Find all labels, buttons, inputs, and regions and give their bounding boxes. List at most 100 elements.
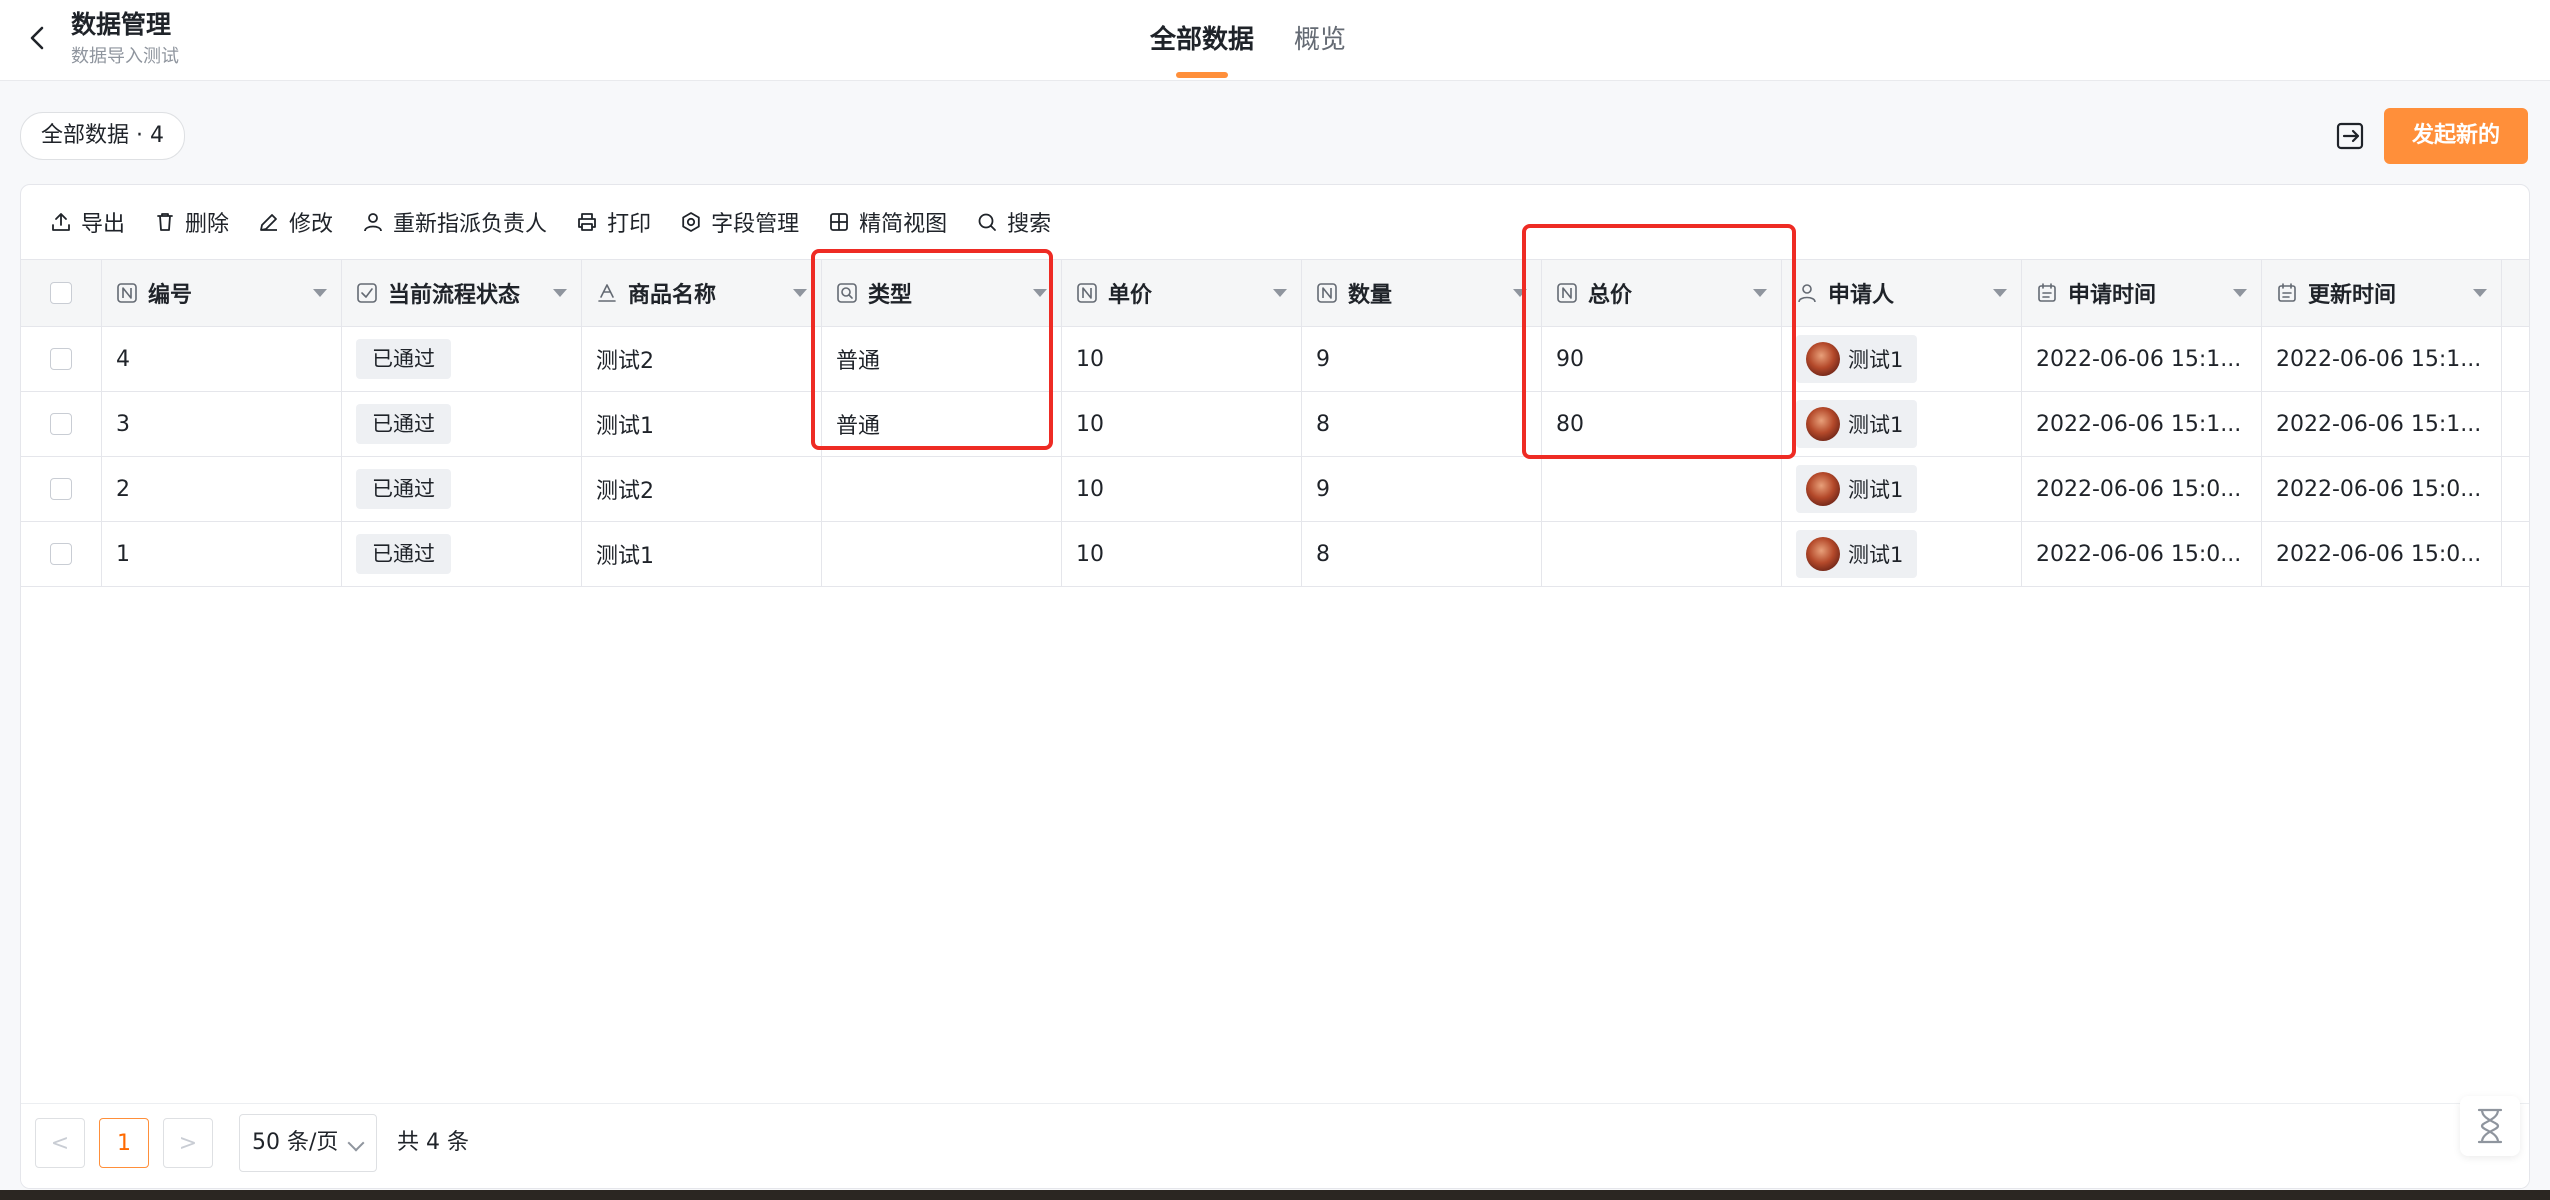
sort-caret-icon[interactable] xyxy=(1033,289,1047,297)
applicant-tag[interactable]: 测试1 xyxy=(1796,465,1918,513)
delete-button[interactable]: 删除 xyxy=(153,206,229,238)
column-header-status[interactable]: 当前流程状态 xyxy=(342,260,582,326)
data-card: 导出 删除 修改 重新指派负责人 打印 字段管理 精简视图 搜索 编号 当前流程… xyxy=(20,184,2530,1189)
cell-updated-time: 2022-06-06 15:0... xyxy=(2262,457,2502,521)
column-header-unit-price[interactable]: 单价 xyxy=(1062,260,1302,326)
exit-icon[interactable] xyxy=(2330,116,2370,156)
cell-updated-time: 2022-06-06 15:0... xyxy=(2262,522,2502,586)
search-button[interactable]: 搜索 xyxy=(975,206,1051,238)
cell-total xyxy=(1542,457,1782,521)
select-all-checkbox[interactable] xyxy=(50,282,72,304)
row-checkbox[interactable] xyxy=(50,543,72,565)
column-header-total[interactable]: 总价 xyxy=(1542,260,1782,326)
cell-type xyxy=(822,522,1062,586)
cell-unit-price: 10 xyxy=(1062,522,1302,586)
row-select-cell xyxy=(21,327,102,391)
applicant-name: 测试1 xyxy=(1848,348,1904,372)
edit-button[interactable]: 修改 xyxy=(257,206,333,238)
page-size-select[interactable]: 50 条/页 xyxy=(239,1114,377,1172)
cell-product-name: 测试1 xyxy=(582,392,822,456)
column-header-label: 商品名称 xyxy=(628,283,717,308)
sort-caret-icon[interactable] xyxy=(553,289,567,297)
cell-status: 已通过 xyxy=(342,327,582,391)
column-header-label: 申请人 xyxy=(1828,283,1895,308)
row-checkbox[interactable] xyxy=(50,348,72,370)
cell-product-name: 测试2 xyxy=(582,457,822,521)
status-badge: 已通过 xyxy=(356,339,451,379)
column-header-product-name[interactable]: 商品名称 xyxy=(582,260,822,326)
row-select-cell xyxy=(21,392,102,456)
column-header-label: 总价 xyxy=(1588,283,1633,308)
print-label: 打印 xyxy=(607,212,652,237)
data-table: 编号 当前流程状态 商品名称 类型 单价 数量 总价 申请人 申请时间 更新时间… xyxy=(21,259,2529,587)
sort-caret-icon[interactable] xyxy=(2473,289,2487,297)
applicant-tag[interactable]: 测试1 xyxy=(1796,335,1918,383)
compact-view-button[interactable]: 精简视图 xyxy=(827,206,947,238)
delete-label: 删除 xyxy=(185,212,230,237)
status-badge: 已通过 xyxy=(356,534,451,574)
column-header-applied-time[interactable]: 申请时间 xyxy=(2022,260,2262,326)
window-bottom-edge xyxy=(0,1190,2550,1200)
sort-caret-icon[interactable] xyxy=(2233,289,2247,297)
applicant-tag[interactable]: 测试1 xyxy=(1796,530,1918,578)
text-field-icon xyxy=(598,284,616,302)
export-button[interactable]: 导出 xyxy=(49,206,125,238)
print-button[interactable]: 打印 xyxy=(575,206,651,238)
row-checkbox[interactable] xyxy=(50,478,72,500)
tab-all-data[interactable]: 全部数据 xyxy=(1150,0,1254,80)
sort-caret-icon[interactable] xyxy=(793,289,807,297)
checkbox-field-icon xyxy=(357,283,377,303)
back-button[interactable] xyxy=(20,18,56,58)
applicant-tag[interactable]: 测试1 xyxy=(1796,400,1918,448)
row-checkbox[interactable] xyxy=(50,413,72,435)
column-header-applicant[interactable]: 申请人 xyxy=(1782,260,2022,326)
table-row[interactable]: 4 已通过 测试2 普通 10 9 90 测试1 2022-06-06 15:1… xyxy=(21,327,2529,392)
cell-id: 4 xyxy=(102,327,342,391)
next-page-button[interactable]: > xyxy=(163,1118,213,1168)
status-badge: 已通过 xyxy=(356,404,451,444)
table-row[interactable]: 1 已通过 测试1 10 8 测试1 2022-06-06 15:0... 20… xyxy=(21,522,2529,587)
pagination: < 1 > 50 条/页 共 4 条 xyxy=(21,1103,2529,1188)
chevron-left-icon xyxy=(30,26,44,50)
cell-updated-time: 2022-06-06 15:1... xyxy=(2262,392,2502,456)
column-header-label: 单价 xyxy=(1108,283,1153,308)
table-row[interactable]: 2 已通过 测试2 10 9 测试1 2022-06-06 15:0... 20… xyxy=(21,457,2529,522)
person-icon xyxy=(364,213,382,232)
cell-applied-time: 2022-06-06 15:1... xyxy=(2022,392,2262,456)
column-header-label: 数量 xyxy=(1348,283,1393,308)
sort-caret-icon[interactable] xyxy=(313,289,327,297)
number-field-icon xyxy=(1557,283,1577,303)
page-title: 数据管理 xyxy=(71,10,172,39)
table-row[interactable]: 3 已通过 测试1 普通 10 8 80 测试1 2022-06-06 15:1… xyxy=(21,392,2529,457)
hourglass-icon[interactable] xyxy=(2460,1096,2520,1156)
cell-applicant: 测试1 xyxy=(1782,522,2022,586)
column-header-updated-time[interactable]: 更新时间 xyxy=(2262,260,2502,326)
cell-status: 已通过 xyxy=(342,457,582,521)
cell-spacer xyxy=(2502,327,2529,391)
sort-caret-icon[interactable] xyxy=(1753,289,1767,297)
cell-applicant: 测试1 xyxy=(1782,327,2022,391)
cell-unit-price: 10 xyxy=(1062,327,1302,391)
applicant-name: 测试1 xyxy=(1848,478,1904,502)
column-header-quantity[interactable]: 数量 xyxy=(1302,260,1542,326)
cell-applied-time: 2022-06-06 15:1... xyxy=(2022,327,2262,391)
reassign-owner-button[interactable]: 重新指派负责人 xyxy=(361,206,547,238)
sort-caret-icon[interactable] xyxy=(1273,289,1287,297)
record-count-chip[interactable]: 全部数据 · 4 xyxy=(20,112,185,160)
cell-applicant: 测试1 xyxy=(1782,392,2022,456)
gear-icon xyxy=(682,212,700,232)
new-record-button[interactable]: 发起新的 xyxy=(2384,108,2528,164)
prev-page-button[interactable]: < xyxy=(35,1118,85,1168)
cell-quantity: 8 xyxy=(1302,392,1542,456)
cell-total: 90 xyxy=(1542,327,1782,391)
cell-id: 3 xyxy=(102,392,342,456)
sort-caret-icon[interactable] xyxy=(1993,289,2007,297)
sort-caret-icon[interactable] xyxy=(1513,289,1527,297)
cell-spacer xyxy=(2502,392,2529,456)
column-header-id[interactable]: 编号 xyxy=(102,260,342,326)
current-page-button[interactable]: 1 xyxy=(99,1118,149,1168)
field-management-button[interactable]: 字段管理 xyxy=(679,206,799,238)
cell-quantity: 9 xyxy=(1302,457,1542,521)
column-header-type[interactable]: 类型 xyxy=(822,260,1062,326)
tab-overview[interactable]: 概览 xyxy=(1294,0,1346,80)
